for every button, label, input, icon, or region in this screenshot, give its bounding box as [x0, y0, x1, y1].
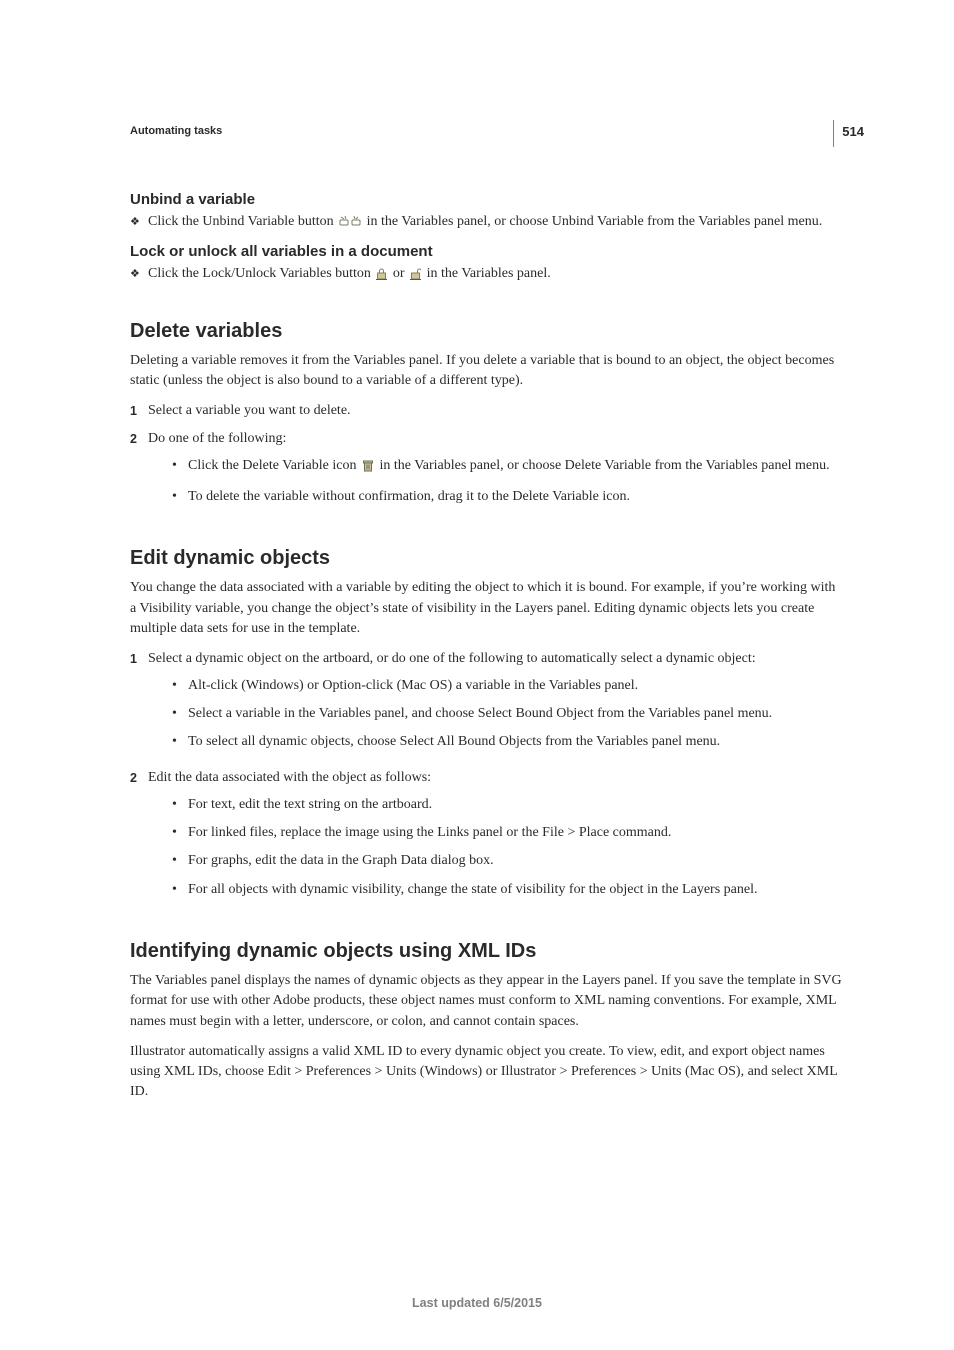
unlock-icon	[410, 267, 421, 287]
step-number: 1	[130, 649, 148, 669]
list-item: • To delete the variable without confirm…	[172, 487, 844, 507]
bullet-icon: •	[172, 704, 188, 724]
body-text: Select a variable you want to delete.	[148, 401, 844, 421]
ordered-list: 1 Select a variable you want to delete. …	[130, 401, 844, 515]
ordered-list: 1 Select a dynamic object on the artboar…	[130, 649, 844, 908]
body-text: Edit the data associated with the object…	[148, 770, 431, 785]
step-number: 2	[130, 429, 148, 449]
footer-last-updated: Last updated 6/5/2015	[0, 1296, 954, 1310]
list-item: 2 Edit the data associated with the obje…	[130, 768, 844, 907]
heading-unbind-variable: Unbind a variable	[130, 191, 844, 208]
bullet-list: • Click the Delete Variable icon	[172, 456, 844, 508]
list-item: ❖ Click the Lock/Unlock Variables button…	[130, 264, 844, 287]
body-text: Click the Delete Variable icon	[188, 458, 360, 473]
body-text: For graphs, edit the data in the Graph D…	[188, 851, 844, 871]
list-item: •To select all dynamic objects, choose S…	[172, 732, 844, 752]
lock-icon	[376, 267, 387, 287]
heading-xml-ids: Identifying dynamic objects using XML ID…	[130, 940, 844, 963]
body-text: Deleting a variable removes it from the …	[130, 351, 844, 392]
heading-delete-variables: Delete variables	[130, 320, 844, 343]
trash-icon	[362, 459, 374, 479]
diamond-bullet-icon: ❖	[130, 212, 148, 232]
bullet-icon: •	[172, 732, 188, 752]
list-item: 2 Do one of the following: • Click the D…	[130, 429, 844, 515]
heading-edit-dynamic: Edit dynamic objects	[130, 547, 844, 570]
page-number: 514	[833, 120, 864, 147]
list-item: •For graphs, edit the data in the Graph …	[172, 851, 844, 871]
breadcrumb: Automating tasks	[130, 125, 844, 137]
list-item: •For text, edit the text string on the a…	[172, 795, 844, 815]
body-text: Illustrator automatically assigns a vali…	[130, 1042, 844, 1103]
body-text: You change the data associated with a va…	[130, 578, 844, 639]
list-item: 1 Select a variable you want to delete.	[130, 401, 844, 421]
list-item: •Select a variable in the Variables pane…	[172, 704, 844, 724]
body-text: in the Variables panel, or choose Delete…	[379, 458, 829, 473]
body-text: The Variables panel displays the names o…	[130, 971, 844, 1032]
body-text: Select a dynamic object on the artboard,…	[148, 651, 756, 666]
list-item: •For linked files, replace the image usi…	[172, 823, 844, 843]
body-text: or	[393, 266, 408, 281]
bullet-icon: •	[172, 851, 188, 871]
body-text: Do one of the following:	[148, 431, 286, 446]
diamond-bullet-icon: ❖	[130, 264, 148, 284]
step-number: 2	[130, 768, 148, 788]
bullet-icon: •	[172, 823, 188, 843]
body-text: To delete the variable without confirmat…	[188, 487, 844, 507]
bullet-icon: •	[172, 795, 188, 815]
bullet-icon: •	[172, 456, 188, 476]
body-text: For all objects with dynamic visibility,…	[188, 880, 844, 900]
list-item: ❖ Click the Unbind Variable button in th…	[130, 212, 844, 235]
body-text: in the Variables panel.	[427, 266, 551, 281]
body-text: in the Variables panel, or choose Unbind…	[367, 214, 823, 229]
bullet-list: •Alt-click (Windows) or Option-click (Ma…	[172, 676, 844, 753]
body-text: To select all dynamic objects, choose Se…	[188, 732, 844, 752]
body-text: Click the Unbind Variable button	[148, 214, 337, 229]
unbind-variable-icon	[339, 214, 361, 235]
body-text: For text, edit the text string on the ar…	[188, 795, 844, 815]
body-text: For linked files, replace the image usin…	[188, 823, 844, 843]
heading-lock-unlock: Lock or unlock all variables in a docume…	[130, 243, 844, 260]
bullet-icon: •	[172, 676, 188, 696]
list-item: 1 Select a dynamic object on the artboar…	[130, 649, 844, 760]
page: 514 Automating tasks Unbind a variable ❖…	[0, 0, 954, 1350]
bullet-icon: •	[172, 880, 188, 900]
body-text: Click the Lock/Unlock Variables button	[148, 266, 374, 281]
bullet-icon: •	[172, 487, 188, 507]
body-text: Alt-click (Windows) or Option-click (Mac…	[188, 676, 844, 696]
body-text: Select a variable in the Variables panel…	[188, 704, 844, 724]
step-number: 1	[130, 401, 148, 421]
list-item: •For all objects with dynamic visibility…	[172, 880, 844, 900]
list-item: • Click the Delete Variable icon	[172, 456, 844, 479]
list-item: •Alt-click (Windows) or Option-click (Ma…	[172, 676, 844, 696]
bullet-list: •For text, edit the text string on the a…	[172, 795, 844, 900]
